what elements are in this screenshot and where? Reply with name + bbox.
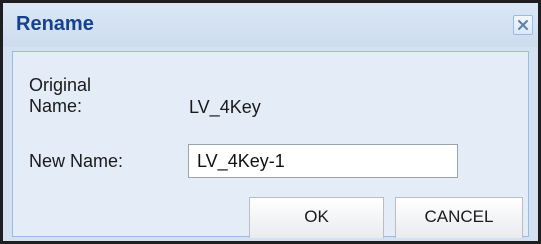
new-name-label: New Name:: [29, 151, 124, 171]
dialog-titlebar[interactable]: Rename: [3, 3, 538, 47]
rename-dialog: Rename Original Name: LV_4Key New Name: …: [0, 0, 541, 244]
dialog-title: Rename: [16, 13, 94, 35]
cancel-button[interactable]: CANCEL: [395, 197, 523, 238]
dialog-body: Original Name: LV_4Key New Name: OK CANC…: [12, 51, 529, 238]
ok-button[interactable]: OK: [249, 197, 384, 238]
original-name-label: Original Name:: [29, 75, 92, 116]
close-icon: [518, 20, 528, 30]
original-name-value: LV_4Key: [189, 97, 261, 117]
new-name-input[interactable]: [188, 144, 458, 178]
close-button[interactable]: [513, 15, 533, 35]
